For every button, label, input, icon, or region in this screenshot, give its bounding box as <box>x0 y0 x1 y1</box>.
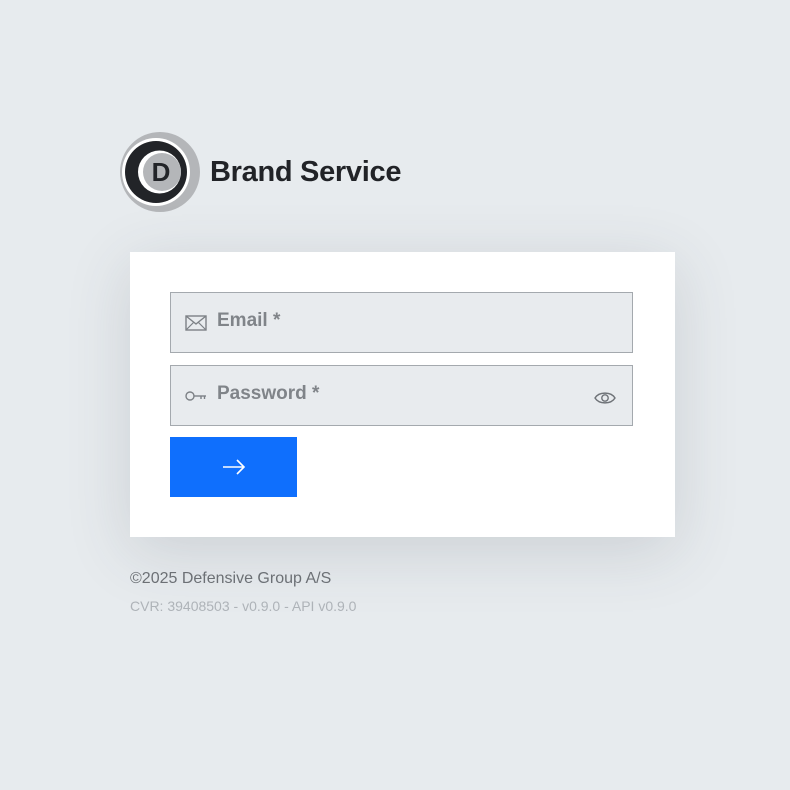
brand-name: Brand Service <box>210 155 402 188</box>
brand-header: D Brand Service <box>120 131 401 213</box>
key-icon <box>185 385 207 407</box>
arrow-right-icon <box>222 459 245 475</box>
login-page: D Brand Service Email * ©2025 Defensive … <box>0 0 790 790</box>
password-input[interactable] <box>217 364 592 427</box>
eye-icon[interactable] <box>594 391 616 405</box>
brand-logo-letter: D <box>152 157 171 187</box>
login-submit-button[interactable] <box>170 437 297 497</box>
email-input[interactable] <box>217 291 632 354</box>
footer-copyright: ©2025 Defensive Group A/S <box>130 570 332 587</box>
envelope-icon <box>185 312 207 334</box>
login-card <box>130 252 675 537</box>
footer-version-info: CVR: 39408503 - v0.9.0 - API v0.9.0 <box>130 598 357 614</box>
brand-d-logo-icon: D <box>120 132 200 212</box>
email-field[interactable] <box>170 291 633 354</box>
show-password-toggle[interactable] <box>592 385 618 411</box>
password-field[interactable] <box>170 364 633 427</box>
